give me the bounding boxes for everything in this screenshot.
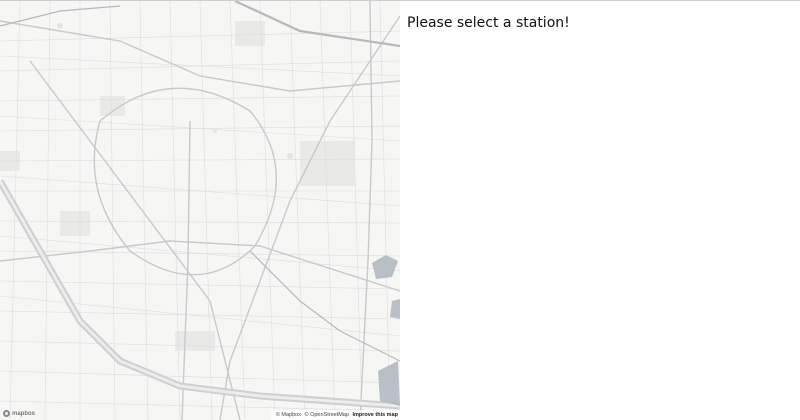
- map-attribution: © Mapbox © OpenStreetMap Improve this ma…: [270, 410, 400, 420]
- map-view[interactable]: mapbox © Mapbox © OpenStreetMap Improve …: [0, 1, 400, 420]
- port-water: [372, 255, 400, 406]
- mapbox-logo-text: mapbox: [12, 410, 36, 417]
- select-station-prompt: Please select a station!: [407, 15, 570, 31]
- mapbox-attribution-link[interactable]: © Mapbox: [276, 412, 301, 418]
- mapbox-logo[interactable]: mapbox: [3, 409, 35, 418]
- street-grid: [0, 1, 400, 420]
- station-panel: Please select a station!: [400, 1, 800, 420]
- main-roads: [0, 1, 400, 420]
- mapbox-logo-icon: [3, 410, 10, 417]
- improve-map-link[interactable]: Improve this map: [352, 412, 398, 418]
- osm-attribution-link[interactable]: © OpenStreetMap: [305, 412, 349, 418]
- map-canvas[interactable]: [0, 1, 400, 420]
